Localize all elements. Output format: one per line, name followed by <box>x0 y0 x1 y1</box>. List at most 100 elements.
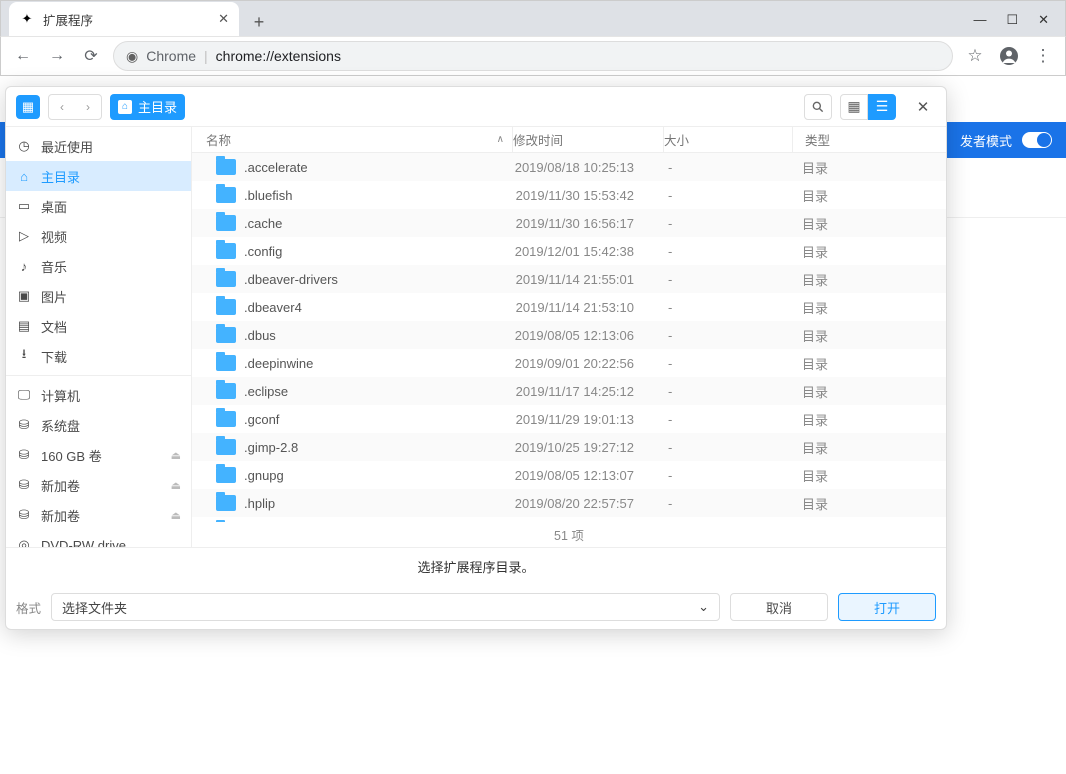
table-row[interactable]: .deepinwine2019/09/01 20:22:56-目录 <box>192 349 946 377</box>
file-mtime: 2019/11/14 21:55:01 <box>512 272 662 287</box>
nav-forward-button[interactable]: › <box>75 95 101 119</box>
sidebar-item-0[interactable]: ◷最近使用 <box>6 131 191 161</box>
image-icon: ▣ <box>16 288 32 304</box>
sidebar-item-7[interactable]: ⭳下载 <box>6 341 191 371</box>
sidebar-item-4[interactable]: ♪音乐 <box>6 251 191 281</box>
table-row[interactable]: .cache2019/11/30 16:56:17-目录 <box>192 209 946 237</box>
sidebar-item-3[interactable]: ▷视频 <box>6 221 191 251</box>
dialog-bottom-bar: 格式 选择文件夹 ⌄ 取消 打开 <box>6 585 946 629</box>
sidebar-item-11[interactable]: ⛁160 GB 卷⏏ <box>6 440 191 470</box>
new-tab-button[interactable]: + <box>245 8 273 36</box>
open-button[interactable]: 打开 <box>838 593 936 621</box>
folder-icon <box>216 187 236 203</box>
eject-icon[interactable]: ⏏ <box>171 449 181 462</box>
dialog-close-button[interactable]: ✕ <box>910 94 936 120</box>
sidebar-item-9[interactable]: 🖵计算机 <box>6 380 191 410</box>
file-size: - <box>662 300 790 315</box>
file-size: - <box>662 468 790 483</box>
sidebar-item-6[interactable]: ▤文档 <box>6 311 191 341</box>
sidebar-item-13[interactable]: ⛁ 新加卷 ⏏ <box>6 500 191 530</box>
column-mtime[interactable]: 修改时间 <box>513 130 663 149</box>
bookmark-star-icon[interactable]: ☆ <box>963 44 987 68</box>
column-size[interactable]: 大小 <box>664 130 792 149</box>
table-row[interactable]: .config2019/12/01 15:42:38-目录 <box>192 237 946 265</box>
window-minimize-icon[interactable]: — <box>973 12 986 28</box>
file-mtime: 2019/11/29 19:01:13 <box>512 412 662 427</box>
table-row[interactable]: .eclipse2019/11/17 14:25:12-目录 <box>192 377 946 405</box>
path-root-icon[interactable]: ▦ <box>16 95 40 119</box>
home-icon: ⌂ <box>118 100 132 114</box>
account-icon[interactable] <box>997 44 1021 68</box>
reload-button[interactable]: ⟳ <box>79 44 103 68</box>
sidebar: ◷最近使用⌂主目录▭桌面▷视频♪音乐 ▣ 图片 ▤文档⭳下载 🖵计算机⛁系统盘⛁160 … <box>6 127 192 547</box>
titlebar: ✦ 扩展程序 ✕ + — ☐ ✕ <box>0 0 1066 36</box>
table-row[interactable]: .hplip2019/08/20 22:57:57-目录 <box>192 489 946 517</box>
back-button[interactable]: ← <box>11 44 35 68</box>
column-name[interactable]: 名称∧ <box>192 130 512 149</box>
file-size: - <box>662 216 790 231</box>
table-row[interactable]: .accelerate2019/08/18 10:25:13-目录 <box>192 153 946 181</box>
file-type: 目录 <box>790 298 946 317</box>
disk-icon: ⛁ <box>16 417 32 433</box>
site-info-icon: ◉ <box>126 48 138 65</box>
file-type: 目录 <box>790 214 946 233</box>
nav-back-button[interactable]: ‹ <box>49 95 75 119</box>
file-mtime: 2019/09/01 20:22:56 <box>512 356 662 371</box>
sidebar-item-label: 图片 <box>41 287 67 306</box>
window-maximize-icon[interactable]: ☐ <box>1006 12 1018 28</box>
sidebar-item-2[interactable]: ▭桌面 <box>6 191 191 221</box>
desktop-icon: ▭ <box>16 198 32 214</box>
sidebar-item-label: 新加卷 <box>41 506 80 525</box>
view-toggle: ▦ ☰ <box>840 94 896 120</box>
sidebar-item-14[interactable]: ◎ DVD-RW drive <box>6 530 191 547</box>
file-mtime: 2019/10/25 19:27:12 <box>512 440 662 455</box>
sidebar-item-10[interactable]: ⛁系统盘 <box>6 410 191 440</box>
table-row[interactable]: .dbeaver-drivers2019/11/14 21:55:01-目录 <box>192 265 946 293</box>
file-size: - <box>662 244 790 259</box>
sidebar-item-1[interactable]: ⌂主目录 <box>6 161 191 191</box>
dev-mode-toggle[interactable] <box>1022 132 1052 148</box>
format-select[interactable]: 选择文件夹 ⌄ <box>51 593 720 621</box>
table-row[interactable]: .dbeaver42019/11/14 21:53:10-目录 <box>192 293 946 321</box>
file-list[interactable]: .accelerate2019/08/18 10:25:13-目录.bluefi… <box>192 153 946 522</box>
table-row[interactable]: .gnupg2019/08/05 12:13:07-目录 <box>192 461 946 489</box>
file-name: .dbeaver4 <box>244 300 302 315</box>
disk-icon: ⛁ <box>16 507 32 523</box>
file-name: .cache <box>244 216 282 231</box>
table-row[interactable]: .gconf2019/11/29 19:01:13-目录 <box>192 405 946 433</box>
file-type: 目录 <box>790 466 946 485</box>
sidebar-item-12[interactable]: ⛁新加卷⏏ <box>6 470 191 500</box>
search-button[interactable] <box>804 94 832 120</box>
sidebar-item-label: DVD-RW drive <box>41 538 126 548</box>
item-count: 51 项 <box>192 522 946 547</box>
dev-mode-label: 发者模式 <box>960 131 1012 150</box>
table-row[interactable]: .dbus2019/08/05 12:13:06-目录 <box>192 321 946 349</box>
file-type: 目录 <box>790 494 946 513</box>
forward-button[interactable]: → <box>45 44 69 68</box>
browser-menu-icon[interactable]: ⋮ <box>1031 44 1055 68</box>
url-text: chrome://extensions <box>216 48 341 64</box>
file-type: 目录 <box>790 186 946 205</box>
tab-close-icon[interactable]: ✕ <box>218 11 229 27</box>
nav-history: ‹ › <box>48 94 102 120</box>
table-row[interactable]: .gimp-2.82019/10/25 19:27:12-目录 <box>192 433 946 461</box>
folder-icon <box>216 495 236 511</box>
sidebar-item-5[interactable]: ▣ 图片 <box>6 281 191 311</box>
sidebar-item-label: 音乐 <box>41 257 67 276</box>
browser-tab[interactable]: ✦ 扩展程序 ✕ <box>9 2 239 36</box>
eject-icon[interactable]: ⏏ <box>171 509 181 522</box>
breadcrumb-home[interactable]: ⌂ 主目录 <box>110 94 185 120</box>
cancel-button[interactable]: 取消 <box>730 593 828 621</box>
disc-icon: ◎ <box>16 537 32 547</box>
grid-view-button[interactable]: ▦ <box>840 94 868 120</box>
column-type[interactable]: 类型 <box>793 130 946 149</box>
folder-icon <box>216 439 236 455</box>
file-type: 目录 <box>790 270 946 289</box>
sidebar-item-label: 文档 <box>41 317 67 336</box>
list-view-button[interactable]: ☰ <box>868 94 896 120</box>
address-bar[interactable]: ◉ Chrome | chrome://extensions <box>113 41 953 71</box>
folder-icon <box>216 299 236 315</box>
eject-icon[interactable]: ⏏ <box>171 479 181 492</box>
window-close-icon[interactable]: ✕ <box>1038 12 1049 28</box>
table-row[interactable]: .bluefish2019/11/30 15:53:42-目录 <box>192 181 946 209</box>
